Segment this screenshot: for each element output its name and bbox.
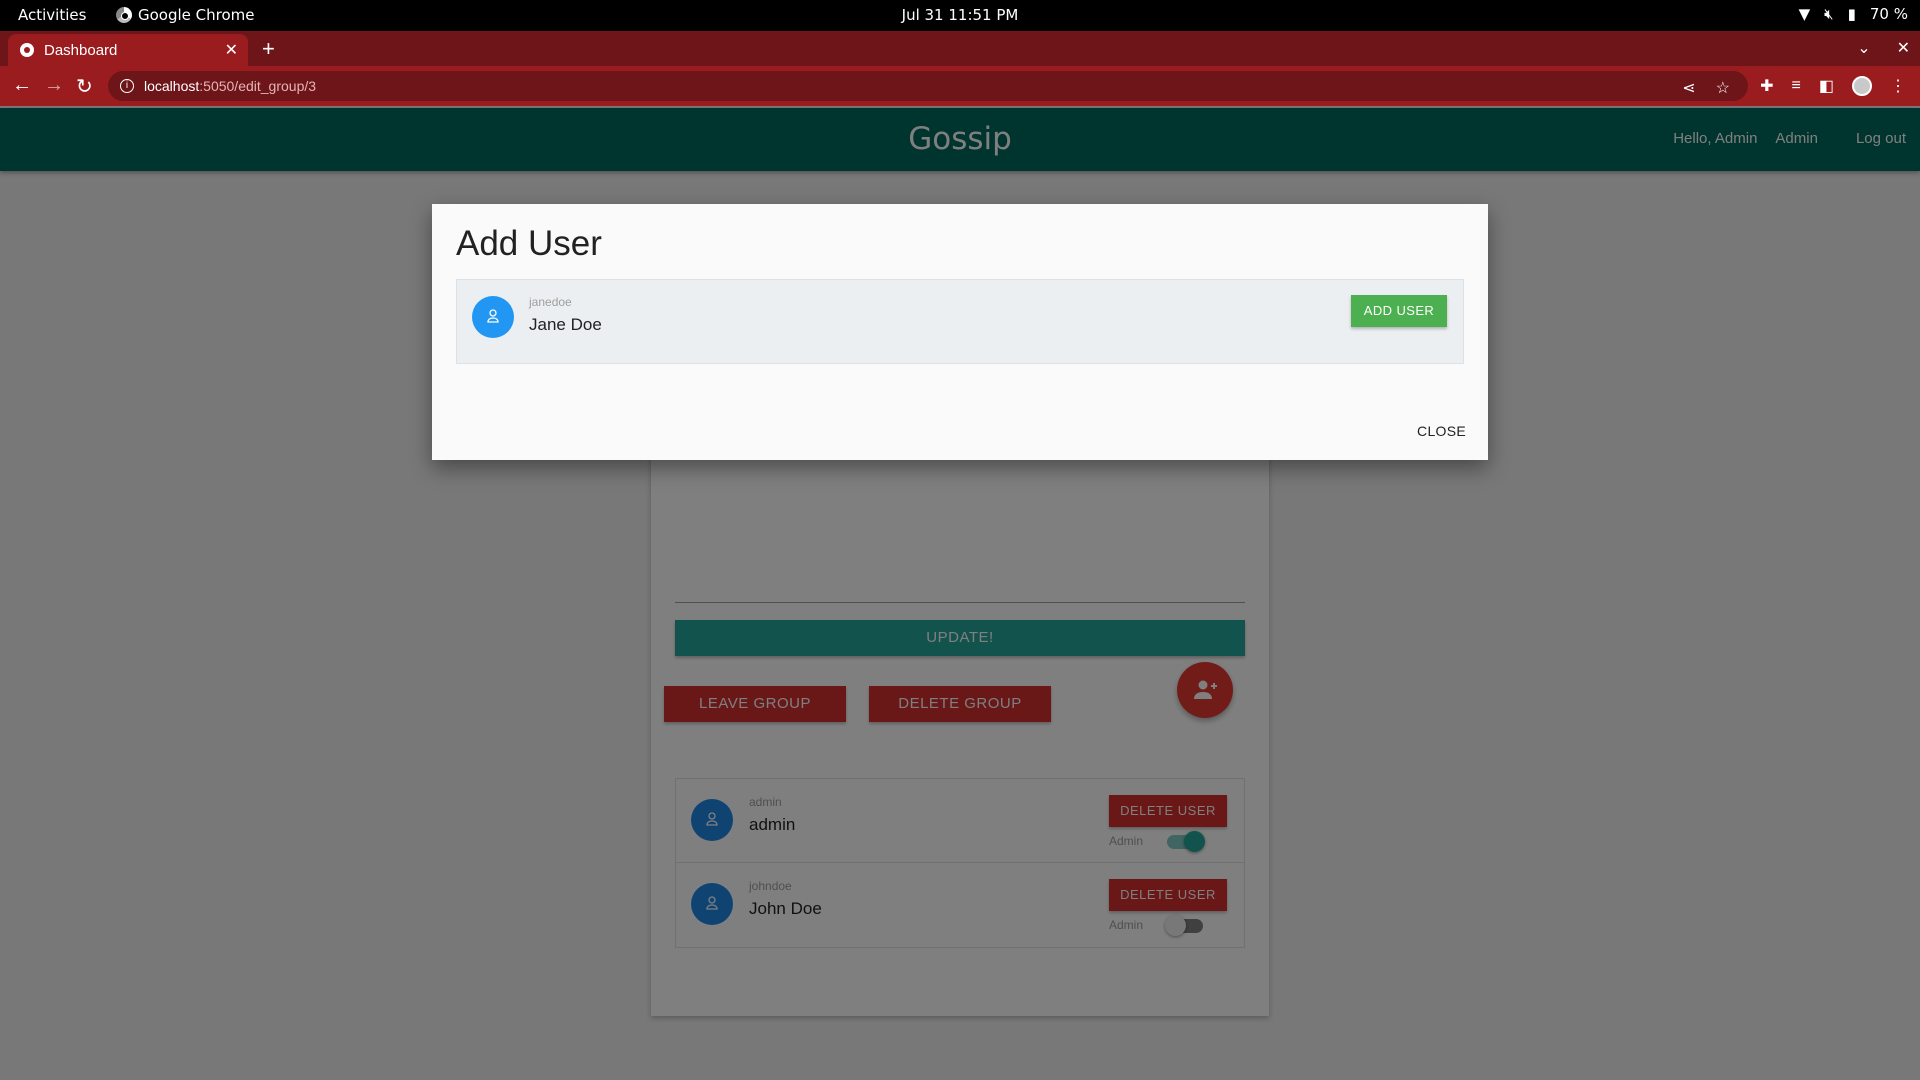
avatar <box>472 296 514 338</box>
favicon-icon <box>20 43 34 57</box>
tab-title: Dashboard <box>44 41 118 59</box>
add-user-button[interactable]: ADD USER <box>1351 295 1447 327</box>
bookmark-star-icon[interactable]: ☆ <box>1716 78 1730 98</box>
wifi-icon: ▼ <box>1798 5 1811 23</box>
forward-icon[interactable]: → <box>44 74 64 97</box>
system-tray[interactable]: ▼ 🔇︎ ▮ 70 % <box>1799 5 1908 23</box>
modal-title: Add User <box>456 224 602 263</box>
back-icon[interactable]: ← <box>12 74 32 97</box>
browser-toolbar: ← → ↻ i localhost:5050/edit_group/3 ⋖ ☆ … <box>0 66 1920 106</box>
clock[interactable]: Jul 31 11:51 PM <box>0 6 1920 24</box>
close-window-icon[interactable]: ✕ <box>1897 38 1910 58</box>
close-tab-icon[interactable]: ✕ <box>225 40 238 60</box>
system-top-bar: Activities Google Chrome Jul 31 11:51 PM… <box>0 0 1920 31</box>
tab-dashboard[interactable]: Dashboard ✕ <box>8 34 248 66</box>
add-user-modal: Add User janedoe Jane Doe ADD USER CLOSE <box>432 204 1488 460</box>
url-host: localhost <box>144 78 200 94</box>
tab-search-icon[interactable]: ⌄ <box>1857 38 1870 58</box>
profile-avatar[interactable] <box>1852 76 1872 96</box>
share-icon[interactable]: ⋖ <box>1682 78 1695 98</box>
address-bar[interactable]: i localhost:5050/edit_group/3 <box>108 71 1748 101</box>
reload-icon[interactable]: ↻ <box>76 74 93 99</box>
battery-percent: 70 % <box>1869 5 1908 23</box>
battery-icon: ▮ <box>1847 5 1856 23</box>
person-icon <box>487 309 499 323</box>
close-button[interactable]: CLOSE <box>1417 423 1466 439</box>
site-info-icon[interactable]: i <box>120 79 134 93</box>
tab-strip: Dashboard ✕ <box>0 31 1920 66</box>
list-item: janedoe Jane Doe ADD USER <box>456 279 1464 364</box>
url-path: :5050/edit_group/3 <box>199 78 317 94</box>
candidate-name: Jane Doe <box>529 315 602 334</box>
extensions-icon[interactable]: ✚ <box>1760 76 1773 96</box>
side-panel-icon[interactable]: ◧ <box>1819 76 1834 96</box>
candidate-username: janedoe <box>529 295 572 309</box>
new-tab-icon[interactable]: + <box>262 36 275 62</box>
chrome-menu-icon[interactable]: ⋮ <box>1890 76 1906 96</box>
reading-list-icon[interactable]: ≡ <box>1792 77 1801 95</box>
sound-muted-icon: 🔇︎ <box>1824 5 1834 23</box>
